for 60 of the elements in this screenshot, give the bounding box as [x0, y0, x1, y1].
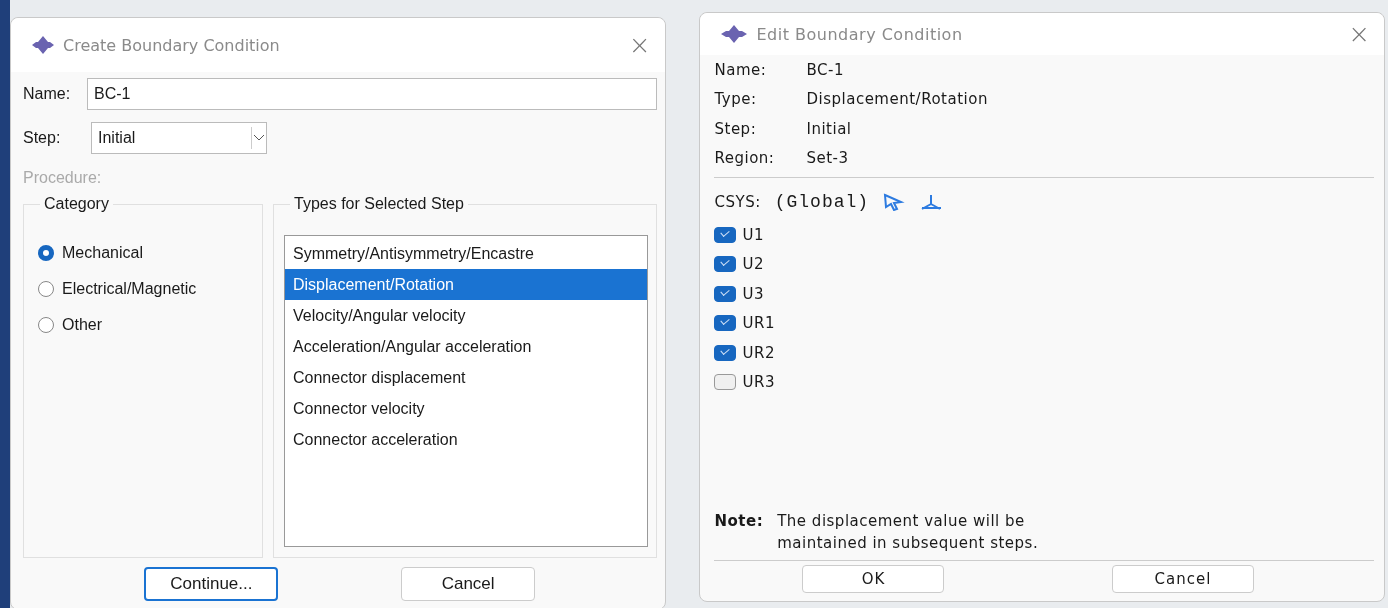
- checkbox[interactable]: [714, 256, 737, 273]
- group-title: Types for Selected Step: [290, 195, 468, 213]
- name-field[interactable]: BC-1: [87, 78, 657, 110]
- list-item[interactable]: Acceleration/Angular acceleration: [285, 331, 647, 362]
- radio-button[interactable]: [38, 281, 54, 297]
- step-dropdown[interactable]: Initial: [91, 122, 267, 154]
- checkbox-label: UR2: [742, 343, 775, 362]
- field-value: Displacement/Rotation: [806, 90, 988, 109]
- note-label: Note:: [714, 511, 764, 532]
- chevron-down-icon: [251, 127, 266, 149]
- checkbox-label: UR1: [742, 314, 775, 333]
- checkbox-label: UR3: [742, 373, 775, 392]
- field-label: Type:: [714, 90, 758, 109]
- checkbox[interactable]: [714, 315, 737, 332]
- window-title: Edit Boundary Condition: [756, 24, 964, 44]
- list-item[interactable]: Displacement/Rotation: [285, 269, 647, 300]
- radio-button[interactable]: [38, 317, 54, 333]
- field-label: Step:: [714, 119, 758, 138]
- field-value: (Global): [774, 192, 870, 212]
- checkbox[interactable]: [714, 285, 737, 302]
- field-label: Name:: [714, 60, 768, 79]
- field-label: CSYS:: [714, 193, 761, 211]
- cancel-button[interactable]: Cancel: [401, 566, 536, 601]
- radio-option[interactable]: Electrical/Magnetic: [32, 271, 254, 307]
- list-item[interactable]: Symmetry/Antisymmetry/Encastre: [285, 238, 647, 269]
- close-button[interactable]: ×: [1348, 19, 1370, 49]
- field-value: Set-3: [806, 149, 849, 168]
- radio-option[interactable]: Mechanical: [32, 235, 254, 271]
- cancel-button[interactable]: Cancel: [1112, 565, 1254, 593]
- checkbox-label: U2: [742, 255, 764, 274]
- axes-icon[interactable]: [919, 193, 944, 211]
- radio-button[interactable]: [38, 245, 54, 261]
- checkbox-label: U1: [742, 225, 764, 244]
- field-value: Initial: [806, 119, 852, 138]
- checkbox[interactable]: [714, 344, 737, 361]
- field-label: Region:: [714, 149, 776, 168]
- radio-option[interactable]: Other: [32, 307, 254, 343]
- checkbox[interactable]: [714, 374, 737, 391]
- list-item[interactable]: Connector displacement: [285, 362, 647, 393]
- group-title: Category: [40, 195, 113, 213]
- continue-button[interactable]: Continue...: [144, 566, 279, 601]
- radio-label: Electrical/Magnetic: [62, 280, 197, 298]
- checkbox-label: U3: [742, 284, 764, 303]
- app-icon: [31, 35, 55, 55]
- radio-label: Other: [62, 316, 102, 334]
- cursor-arrow-icon[interactable]: [883, 193, 906, 211]
- field-label: Name:: [23, 85, 72, 103]
- list-item[interactable]: Velocity/Angular velocity: [285, 300, 647, 331]
- ok-button[interactable]: OK: [802, 565, 945, 593]
- procedure-label: Procedure:: [23, 168, 103, 188]
- radio-label: Mechanical: [62, 244, 143, 262]
- checkbox[interactable]: [714, 226, 737, 243]
- note-text: The displacement value will be maintained in subsequent steps.: [777, 511, 1040, 554]
- field-value: BC-1: [806, 60, 844, 79]
- list-item[interactable]: Connector velocity: [285, 393, 647, 424]
- close-button[interactable]: ×: [628, 30, 651, 60]
- list-item[interactable]: Connector acceleration: [285, 424, 647, 455]
- app-icon: [720, 24, 749, 44]
- field-label: Step:: [23, 129, 62, 147]
- window-title: Create Boundary Condition: [63, 35, 281, 55]
